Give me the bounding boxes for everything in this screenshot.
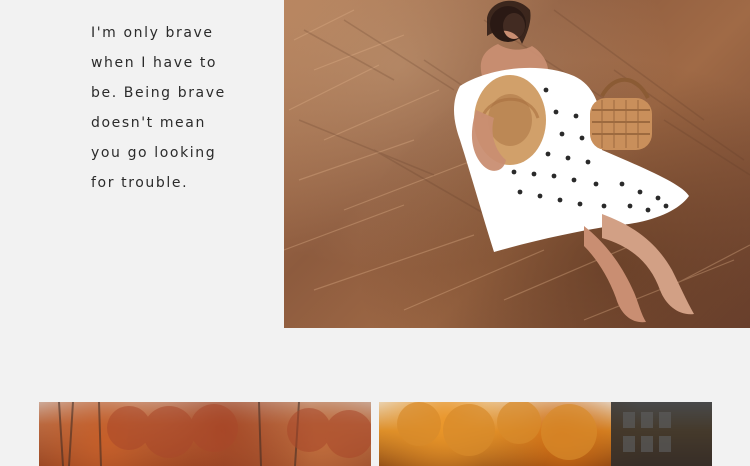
gallery-left-illustration (58, 402, 371, 466)
gallery-image-autumn-trees-left (39, 402, 371, 466)
quote-line: you go looking (91, 145, 217, 161)
gallery-right-illustration (397, 402, 712, 466)
hero-image-woman-on-hay (284, 0, 750, 328)
gallery-image-autumn-trees-right (379, 402, 712, 466)
quote-line: when I have to (91, 55, 218, 71)
quote-line: doesn't mean (91, 115, 206, 131)
quote-line: for trouble. (91, 175, 189, 191)
hero-illustration (284, 0, 750, 323)
quote-line: be. Being brave (91, 85, 226, 101)
quote-line: I'm only brave (91, 25, 214, 41)
quote-text: I'm only brave when I have to be. Being … (91, 18, 271, 198)
